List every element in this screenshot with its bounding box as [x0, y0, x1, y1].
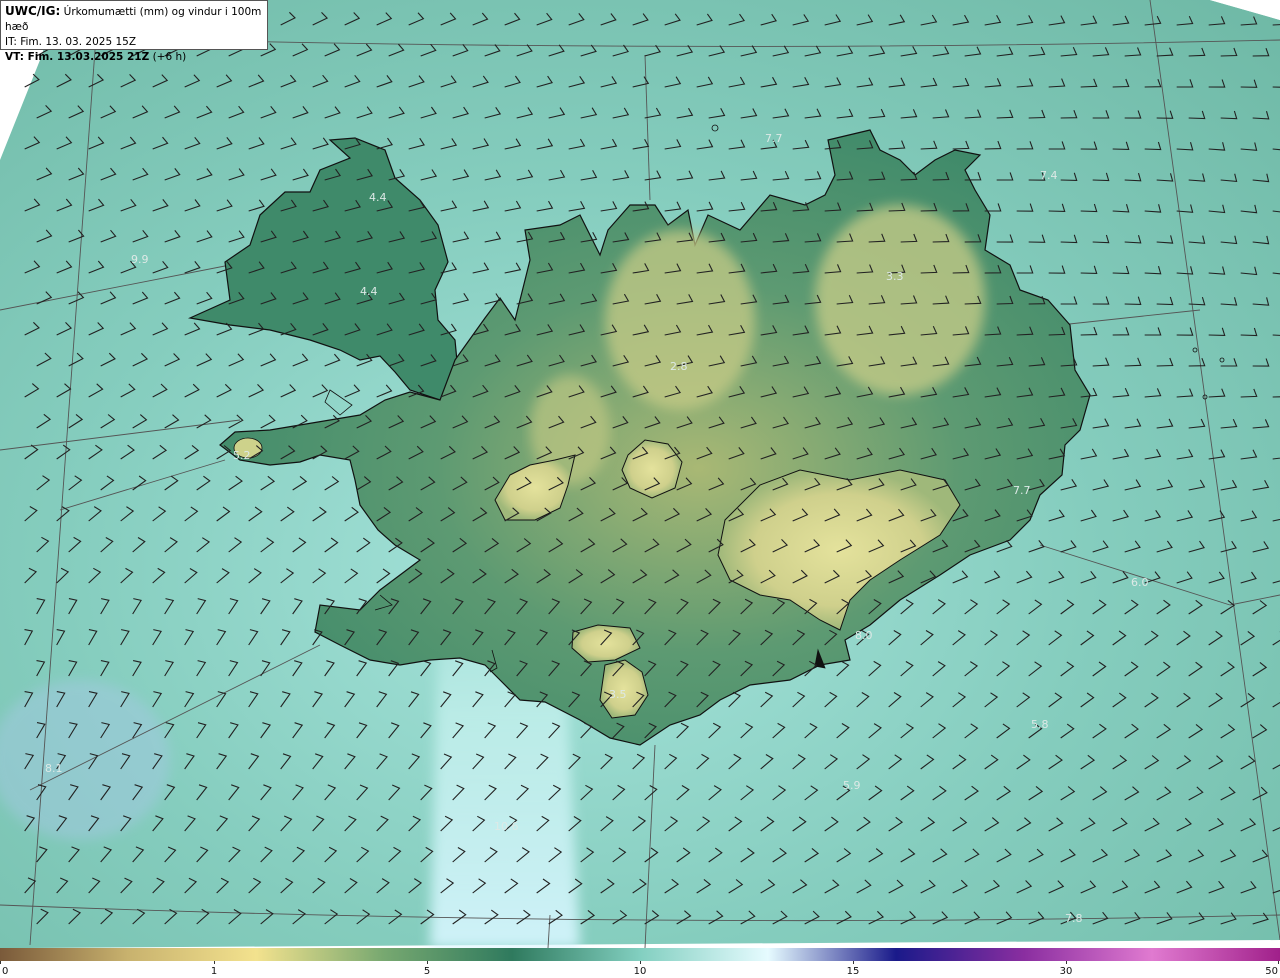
value-label: 5.8 — [1031, 718, 1049, 731]
value-label: 3.3 — [886, 270, 904, 283]
colorbar-tick-mark — [640, 961, 641, 964]
colorbar-tick-label: 5 — [423, 966, 431, 977]
value-label: 9.9 — [131, 253, 149, 266]
value-label: 8.0 — [855, 629, 873, 642]
valid-offset: (+6 h) — [152, 51, 187, 63]
highland-north — [605, 230, 755, 410]
colorbar-tick-mark — [853, 961, 854, 964]
colorbar-tick-mark — [1278, 961, 1279, 964]
colorbar-tick-mark — [427, 961, 428, 964]
colorbar-tick-label: 50 — [1265, 966, 1278, 977]
colorbar-tick-label: 0 — [2, 966, 9, 977]
info-title-line: UWC/IG: Úrkomumætti (mm) og vindur i 100… — [5, 4, 263, 35]
value-label: 7.8 — [1065, 912, 1083, 925]
value-label: 3.5 — [609, 688, 627, 701]
precipitation-colorbar: 0 1 5 10 15 30 50 — [0, 948, 1280, 978]
value-label: 7.4 — [1040, 169, 1058, 182]
map-info-box: UWC/IG: Úrkomumætti (mm) og vindur i 100… — [0, 0, 268, 63]
value-label: 5.2 — [233, 449, 251, 462]
precipitation-wind-map: 4.4 4.4 9.9 7.7 7.4 3.3 2.8 5.2 6.0 8.0 … — [0, 0, 1280, 948]
colorbar-tick-mark — [0, 961, 1, 964]
colorbar-tick-mark — [1066, 961, 1067, 964]
model-label: UWC/IG: — [5, 4, 61, 18]
colorbar-tick-mark — [214, 961, 215, 964]
issue-time: IT: Fim. 13. 03. 2025 15Z — [5, 36, 137, 48]
colorbar-tick-label: 1 — [210, 966, 218, 977]
value-label: 4.4 — [369, 191, 387, 204]
colorbar-tick-label: 30 — [1059, 966, 1073, 977]
value-label: 6.0 — [1131, 576, 1149, 589]
value-label: 4.4 — [360, 285, 378, 298]
colorbar-tick-label: 10 — [633, 966, 647, 977]
valid-time: VT: Fim. 13.03.2025 21Z — [5, 51, 150, 63]
valid-time-line: VT: Fim. 13.03.2025 21Z (+6 h) — [5, 50, 263, 65]
value-label: 7.7 — [765, 132, 783, 145]
value-label: 7.7 — [1013, 484, 1031, 497]
highland-northeast — [815, 205, 985, 395]
value-label: 5.9 — [843, 779, 861, 792]
colorbar-strip — [0, 948, 1280, 961]
value-label: 8.1 — [45, 762, 63, 775]
colorbar-tick-label: 15 — [846, 966, 860, 977]
value-label: 2.8 — [670, 360, 688, 373]
value-label: 10.6 — [494, 820, 519, 833]
